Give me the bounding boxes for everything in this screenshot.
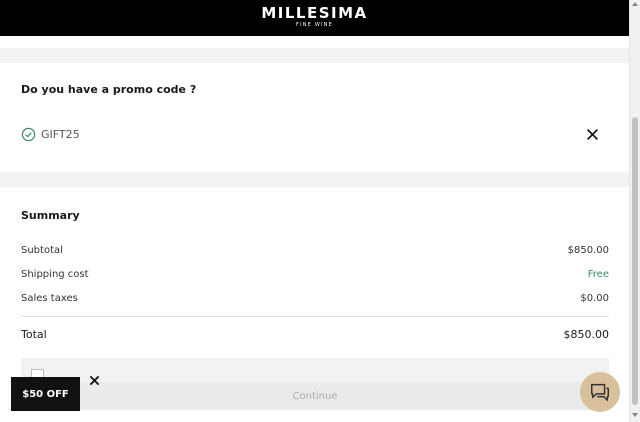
site-header: MILLESIMA FINE WINE (0, 0, 629, 36)
check-circle-icon (21, 127, 36, 142)
summary-panel: Summary Subtotal $850.00 Shipping cost F… (0, 187, 629, 422)
chat-button[interactable] (580, 372, 620, 412)
summary-title: Summary (21, 209, 80, 222)
scroll-up-icon[interactable] (632, 2, 638, 6)
brand-tagline: FINE WINE (296, 22, 333, 28)
chat-icon (591, 383, 609, 401)
scroll-down-icon[interactable] (632, 413, 638, 417)
promo-panel: Do you have a promo code ? GIFT25 (0, 63, 629, 172)
terms-box (21, 358, 609, 382)
total-value: $850.00 (563, 328, 610, 341)
shipping-value: Free (587, 269, 609, 280)
summary-divider (21, 316, 609, 317)
offer-label: $50 OFF (22, 388, 69, 400)
promo-title: Do you have a promo code ? (21, 83, 197, 96)
offer-badge[interactable]: $50 OFF (11, 377, 80, 411)
shipping-label: Shipping cost (21, 269, 89, 280)
scroll-thumb[interactable] (632, 117, 638, 405)
total-label: Total (21, 328, 47, 341)
previous-panel (0, 36, 629, 48)
brand-name: MILLESIMA (261, 4, 368, 22)
continue-button[interactable]: Continue (21, 382, 609, 410)
taxes-value: $0.00 (580, 293, 609, 304)
offer-close-icon[interactable] (89, 375, 100, 386)
brand-logo[interactable]: MILLESIMA FINE WINE (0, 5, 629, 29)
taxes-label: Sales taxes (21, 293, 78, 304)
close-icon[interactable] (586, 128, 599, 141)
scrollbar[interactable] (629, 0, 640, 422)
subtotal-value: $850.00 (567, 245, 609, 256)
subtotal-label: Subtotal (21, 245, 63, 256)
promo-code-value: GIFT25 (41, 128, 80, 141)
